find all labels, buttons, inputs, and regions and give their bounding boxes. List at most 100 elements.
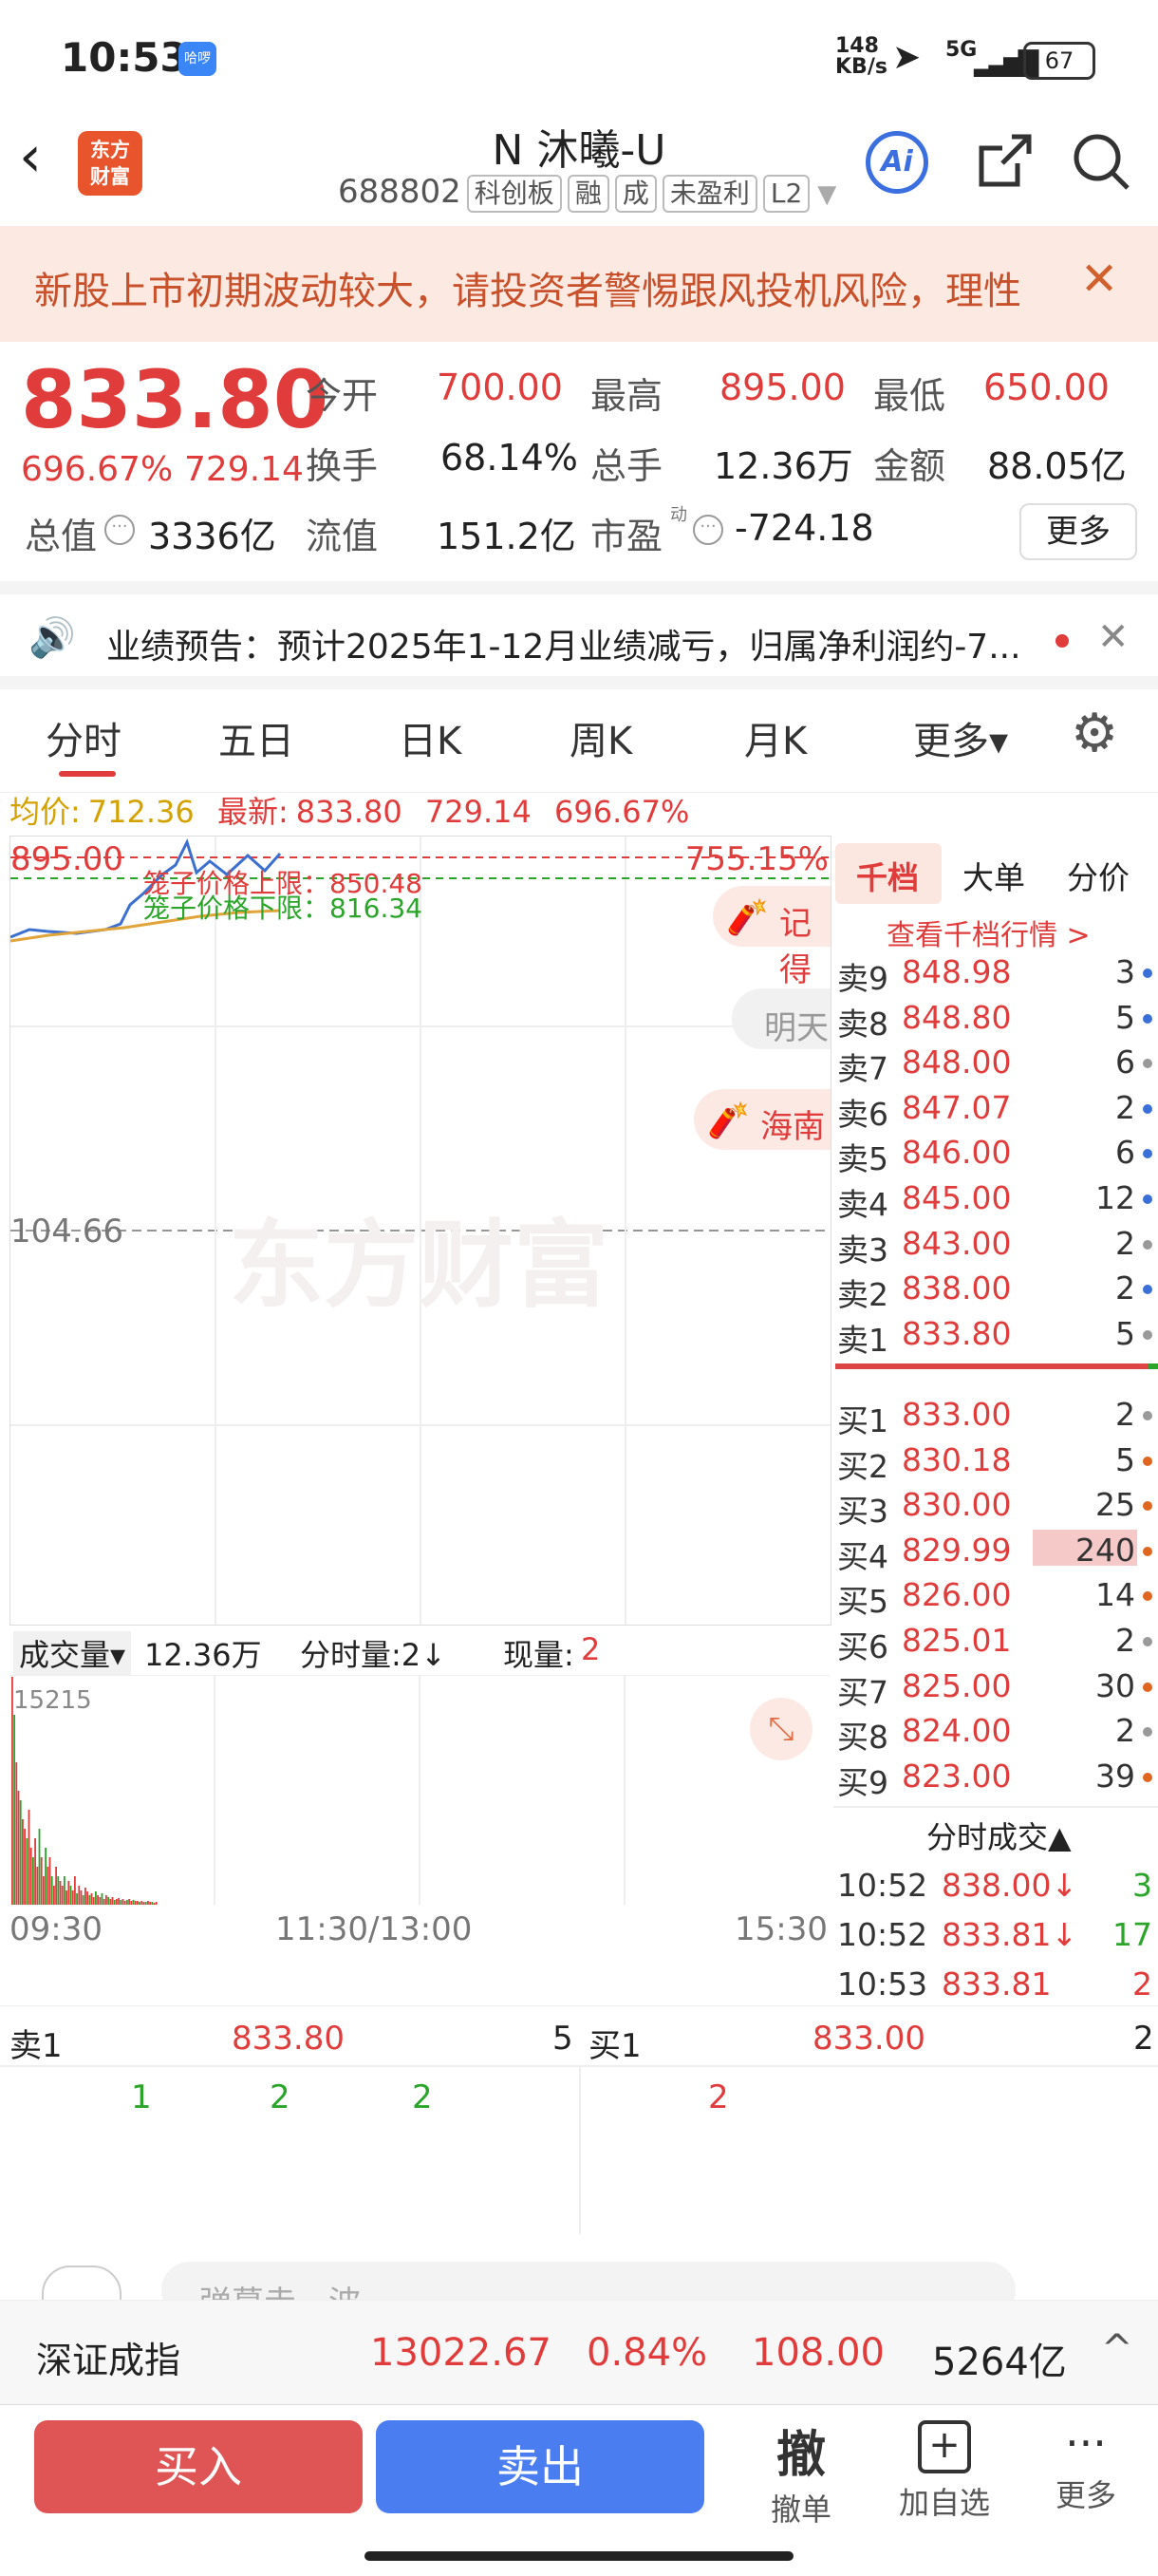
level1-queue: 卖1 833.80 5 买1 833.00 2 1 2 2 2 [0,2005,1158,2234]
sell-button[interactable]: 卖出 [376,2420,704,2513]
tab-monthly-k[interactable]: 月K [744,710,807,765]
volume-bar [149,1902,151,1905]
volume-bar [153,1903,156,1905]
tab-five-day[interactable]: 五日 [218,710,294,765]
speaker-icon: 🔊 [28,616,76,660]
news-bubble[interactable]: 🧨 海南 [694,1089,831,1150]
bids-row[interactable]: 买2 830.18 5 [837,1436,1156,1485]
ask-ratio-bar [1149,1363,1158,1369]
notice-bar[interactable]: 🔊 业绩预告：预计2025年1-12月业绩减亏，归属净利润约-7... ✕ [0,581,1158,689]
back-icon[interactable]: ‹ [19,123,42,190]
news-bubble[interactable]: 明天 [732,988,831,1049]
bids-volume: 30 [1095,1666,1135,1704]
tag-margin: 融 [567,175,609,213]
tab-intraday[interactable]: 分时 [46,710,121,765]
order-marker-dot [1143,1727,1152,1738]
time-start: 09:30 [9,1910,103,1948]
volume-bar [29,1848,32,1905]
volume-bar [11,1677,13,1905]
asks-row[interactable]: 卖3 843.00 2 [837,1219,1156,1269]
search-icon[interactable] [1071,131,1133,194]
pe-label: 市盈 [590,516,663,557]
warning-banner: 新股上市初期波动较大，请投资者警惕跟风投机风险，理性 ✕ [0,226,1158,342]
danmaku-bar: 弹幕走一波 [0,2233,1158,2326]
bids-row[interactable]: 买5 826.00 14 [837,1570,1156,1620]
battery-icon: 67 [1023,42,1095,80]
buy-button[interactable]: 买入 [34,2420,363,2513]
asks-row[interactable]: 卖5 846.00 6 [837,1128,1156,1177]
volume-bar [50,1876,53,1905]
bids-row[interactable]: 买4 829.99 240 [837,1526,1156,1575]
intraday-chart[interactable]: 895.00 755.15% 笼子价格上限：850.48 笼子价格下限：816.… [9,836,831,1626]
index-ticker[interactable]: 深证成指 13022.67 0.84% 108.00 5264亿 ^ [0,2300,1158,2405]
volume-bar [116,1899,118,1905]
volume-bar [78,1886,81,1905]
trade-price: 838.00↓ [942,1867,1078,1904]
bids-row[interactable]: 买8 824.00 2 [837,1706,1156,1756]
order-marker-dot [1143,1456,1152,1466]
volume-bar [67,1881,70,1905]
close-icon[interactable]: ✕ [1080,253,1118,306]
volume-bar [80,1890,83,1905]
index-amount: 5264亿 [932,2341,1067,2384]
ai-icon[interactable]: Ai [866,131,928,194]
volume-bars [11,1675,626,1905]
current-volume: 2 [581,1631,601,1667]
tab-more[interactable]: 更多▾ [913,710,1008,765]
cancel-icon: 撤 [775,2427,826,2484]
volume-bar [118,1898,120,1905]
settings-gear-icon[interactable]: ⚙ [1071,703,1118,764]
bids-row[interactable]: 买6 825.01 2 [837,1616,1156,1665]
chevron-up-icon[interactable]: ^ [1101,2327,1133,2371]
trade-volume: 2 [1132,1965,1152,2003]
info-icon[interactable]: ··· [104,515,135,545]
asks-row[interactable]: 卖2 838.00 2 [837,1264,1156,1313]
tab-thousand-level[interactable]: 千档 [856,853,919,898]
cancel-order-button[interactable]: 撤 撤单 [744,2415,858,2529]
volume-indicator-select[interactable]: 成交量▾ [13,1631,132,1675]
share-icon[interactable] [974,131,1035,192]
bids-level-label: 买9 [837,1763,888,1801]
volume-bar [128,1899,130,1905]
more-button[interactable]: 更多 [1019,503,1137,560]
trades-title[interactable]: 分时成交▲ [926,1814,1072,1857]
expand-icon[interactable]: ⤡ [750,1698,812,1760]
info-icon[interactable]: ··· [693,515,723,545]
close-icon[interactable]: ✕ [1097,615,1130,659]
volume-bar [34,1838,36,1905]
low-value: 650.00 [983,367,1110,408]
news-bubble[interactable]: 🧨 记得 [713,886,831,989]
tab-large-orders[interactable]: 大单 [962,853,1025,898]
asks-row[interactable]: 卖1 833.80 5 [837,1309,1156,1359]
trade-time: 10:53 [837,1965,928,2003]
mktcap-label: 总值 [25,516,98,557]
chart-mid-value: 104.66 [10,1213,123,1250]
asks-row[interactable]: 卖8 848.80 5 [837,993,1156,1043]
order-marker-dot [1143,1329,1152,1340]
volume-bar [28,1810,30,1905]
asks-row[interactable]: 卖7 848.00 6 [837,1038,1156,1087]
pct-value: 696.67% [554,794,690,830]
bids-row[interactable]: 买1 833.00 2 [837,1390,1156,1439]
bids-price: 833.00 [902,1396,1012,1433]
tab-weekly-k[interactable]: 周K [570,710,632,765]
volume-bar [26,1838,28,1905]
volume-bar [64,1876,65,1905]
more-menu-button[interactable]: ··· 更多 [1029,2415,1143,2515]
dropdown-icon[interactable]: ▼ [817,180,836,209]
bids-row[interactable]: 买7 825.00 30 [837,1662,1156,1711]
trade-price: 833.81 [942,1965,1052,2003]
add-watchlist-button[interactable]: + 加自选 [883,2415,1006,2523]
asks-row[interactable]: 卖4 845.00 12 [837,1174,1156,1223]
bids-row[interactable]: 买3 830.00 25 [837,1480,1156,1530]
asks-row[interactable]: 卖9 848.98 3 [837,948,1156,997]
volume-bar [140,1901,143,1905]
tab-price-distribution[interactable]: 分价 [1067,853,1130,898]
volume-bar [92,1897,95,1905]
bids-price: 824.00 [902,1712,1012,1750]
bids-row[interactable]: 买9 823.00 39 [837,1752,1156,1801]
asks-row[interactable]: 卖6 847.07 2 [837,1083,1156,1133]
tab-daily-k[interactable]: 日K [399,710,461,765]
bids-price: 826.00 [902,1576,1012,1614]
asks-price: 848.00 [902,1044,1012,1081]
